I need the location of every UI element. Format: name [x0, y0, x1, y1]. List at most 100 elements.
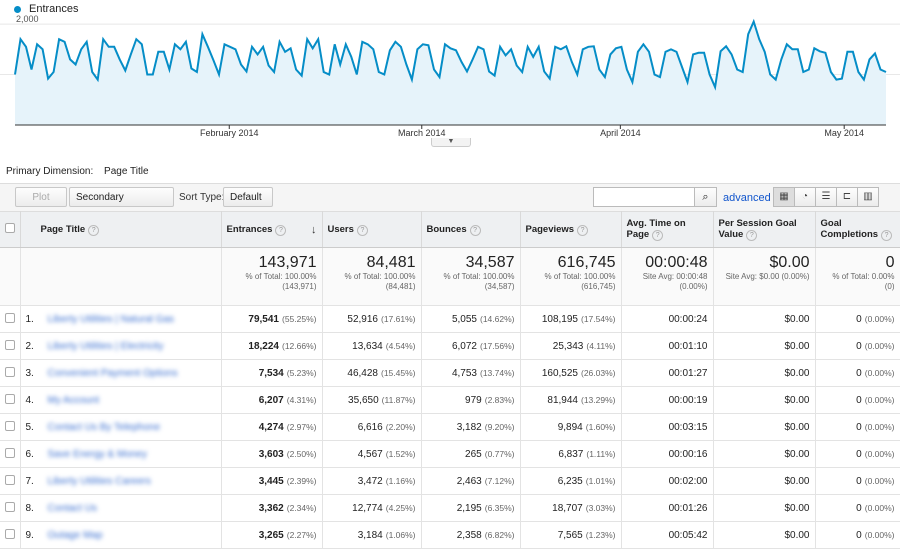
- col-goal-completions[interactable]: Goal Completions?: [815, 211, 900, 248]
- row-page-title[interactable]: 3. Convenient Payment Options: [20, 359, 222, 387]
- row-page-title[interactable]: 7. Liberty Utilities Careers: [20, 467, 222, 495]
- row-checkbox[interactable]: [0, 413, 21, 441]
- row-users-pct: (17.61%): [381, 313, 416, 324]
- row-checkbox[interactable]: [0, 359, 21, 387]
- comparison-view-icon[interactable]: ⊏: [836, 187, 858, 207]
- row-title-link[interactable]: Liberty Utilities | Electricity: [48, 341, 164, 352]
- row-checkbox[interactable]: [0, 467, 21, 495]
- row-checkbox[interactable]: [0, 386, 21, 414]
- row-bounces-pct: (2.83%): [484, 394, 515, 405]
- table-view-icon[interactable]: ▦: [773, 187, 795, 207]
- col-pageviews[interactable]: Pageviews?: [520, 211, 622, 248]
- row-entrances-value: 7,534: [258, 367, 284, 379]
- help-icon[interactable]: ?: [652, 230, 664, 241]
- table-row[interactable]: 8. Contact Us 3,362 (2.34%) 12,774 (4.25%) 2,1…: [0, 494, 900, 522]
- col-goal-value[interactable]: Per Session Goal Value?: [713, 211, 816, 248]
- row-page-title[interactable]: 9. Outage Map: [20, 521, 222, 549]
- magnifier-icon[interactable]: ⌕: [695, 187, 717, 207]
- row-title-link[interactable]: Convenient Payment Options: [48, 368, 178, 379]
- table-search-input[interactable]: [593, 187, 695, 207]
- row-title-link[interactable]: Outage Map: [48, 530, 103, 541]
- x-tick-label: March 2014: [398, 128, 446, 138]
- row-checkbox[interactable]: [0, 521, 21, 549]
- help-icon[interactable]: ?: [881, 230, 893, 241]
- row-title-link[interactable]: Liberty Utilities | Natural Gas: [48, 314, 175, 325]
- col-entrances[interactable]: Entrances? ↓: [221, 211, 323, 248]
- select-all-checkbox[interactable]: [0, 211, 21, 248]
- row-goal-value: $0.00: [713, 332, 816, 360]
- row-bounces: 2,463 (7.12%): [421, 467, 521, 495]
- help-icon[interactable]: ?: [356, 224, 368, 236]
- row-pageviews: 7,565 (1.23%): [520, 521, 622, 549]
- pivot-view-icon[interactable]: ▥: [857, 187, 879, 207]
- help-icon[interactable]: ?: [577, 224, 589, 236]
- row-pageviews-value: 18,707: [552, 502, 583, 514]
- chart-resize-handle-icon[interactable]: ▼: [431, 138, 471, 147]
- row-checkbox[interactable]: [0, 305, 21, 333]
- col-page-title[interactable]: Page Title?: [20, 211, 222, 248]
- primary-dimension-value[interactable]: Page Title: [104, 166, 148, 177]
- table-row[interactable]: 4. My Account 6,207 (4.31%) 35,650 (11.87%) 97…: [0, 386, 900, 414]
- row-page-title[interactable]: 6. Save Energy & Money: [20, 440, 222, 468]
- row-checkbox[interactable]: [0, 332, 21, 360]
- performance-view-icon[interactable]: ☰: [815, 187, 837, 207]
- sort-type-dropdown[interactable]: Default▼: [223, 187, 273, 221]
- row-bounces-pct: (0.77%): [484, 448, 515, 459]
- advanced-filter-link[interactable]: advanced: [723, 192, 771, 204]
- row-users-pct: (4.54%): [385, 340, 416, 351]
- col-avg-time[interactable]: Avg. Time on Page?: [621, 211, 714, 248]
- table-row[interactable]: 7. Liberty Utilities Careers 3,445 (2.39%) 3…: [0, 467, 900, 495]
- total-note: Site Avg: 00:00:48: [642, 272, 708, 281]
- sort-desc-arrow-icon[interactable]: ↓: [311, 224, 317, 236]
- row-page-title[interactable]: 8. Contact Us: [20, 494, 222, 522]
- col-page-title-label: Page Title: [40, 223, 86, 235]
- row-users-value: 6,616: [357, 421, 383, 433]
- entrances-chart[interactable]: 2,0001,000February 2014March 2014April 2…: [0, 14, 900, 138]
- row-entrances: 7,534 (5.23%): [221, 359, 323, 387]
- table-row[interactable]: 1. Liberty Utilities | Natural Gas 79,541(…: [0, 305, 900, 333]
- pie-view-icon[interactable]: ◔: [794, 187, 816, 207]
- row-users-pct: (1.16%): [385, 475, 416, 486]
- row-page-title[interactable]: 4. My Account: [20, 386, 222, 414]
- row-checkbox[interactable]: [0, 494, 21, 522]
- row-bounces-pct: (13.74%): [480, 367, 515, 378]
- col-bounces[interactable]: Bounces?: [421, 211, 521, 248]
- col-users[interactable]: Users?: [322, 211, 422, 248]
- row-page-title[interactable]: 5. Contact Us By Telephone: [20, 413, 222, 441]
- report-table: Page Title? Entrances? ↓ Users? Bounces? …: [0, 211, 900, 549]
- row-index: 1.: [25, 313, 34, 325]
- row-goal-completions-value: 0: [856, 394, 862, 406]
- row-title-link[interactable]: Liberty Utilities Careers: [48, 476, 151, 487]
- table-row[interactable]: 3. Convenient Payment Options 7,534 (5.23%)…: [0, 359, 900, 387]
- table-row[interactable]: 2. Liberty Utilities | Electricity 18,224(…: [0, 332, 900, 360]
- row-index: 5.: [25, 421, 34, 433]
- plot-rows-button[interactable]: Plot Rows: [15, 187, 67, 223]
- table-row[interactable]: 6. Save Energy & Money 3,603 (2.50%) 4,567 (1…: [0, 440, 900, 468]
- row-page-title[interactable]: 1. Liberty Utilities | Natural Gas: [20, 305, 222, 333]
- help-icon[interactable]: ?: [469, 224, 481, 236]
- primary-dimension: Primary Dimension: Page Title: [6, 166, 149, 177]
- row-title-link[interactable]: Contact Us By Telephone: [48, 422, 161, 433]
- row-title-link[interactable]: My Account: [48, 395, 100, 406]
- table-row[interactable]: 9. Outage Map 3,265 (2.27%) 3,184 (1.06%) 2,35…: [0, 521, 900, 549]
- help-icon[interactable]: ?: [88, 224, 100, 236]
- row-pageviews: 18,707 (3.03%): [520, 494, 622, 522]
- total-note: % of Total: 100.00%: [344, 272, 416, 281]
- row-checkbox[interactable]: [0, 440, 21, 468]
- row-goal-completions-value: 0: [856, 421, 862, 433]
- row-users: 52,916 (17.61%): [322, 305, 422, 333]
- help-icon[interactable]: ?: [746, 230, 758, 241]
- total-note: (34,587): [484, 282, 515, 291]
- row-index: 6.: [25, 448, 34, 460]
- row-title-link[interactable]: Contact Us: [48, 503, 97, 514]
- row-users-pct: (2.20%): [385, 421, 416, 432]
- table-row[interactable]: 5. Contact Us By Telephone 4,274 (2.97%) 6,6…: [0, 413, 900, 441]
- row-goal-value: $0.00: [713, 359, 816, 387]
- row-pageviews-value: 9,894: [557, 421, 583, 433]
- row-page-title[interactable]: 2. Liberty Utilities | Electricity: [20, 332, 222, 360]
- row-title-link[interactable]: Save Energy & Money: [48, 449, 148, 460]
- help-icon[interactable]: ?: [275, 224, 287, 236]
- row-goal-completions-value: 0: [856, 448, 862, 460]
- row-pageviews-value: 108,195: [541, 313, 578, 325]
- secondary-dimension-dropdown[interactable]: Secondary dimension▼: [69, 187, 174, 224]
